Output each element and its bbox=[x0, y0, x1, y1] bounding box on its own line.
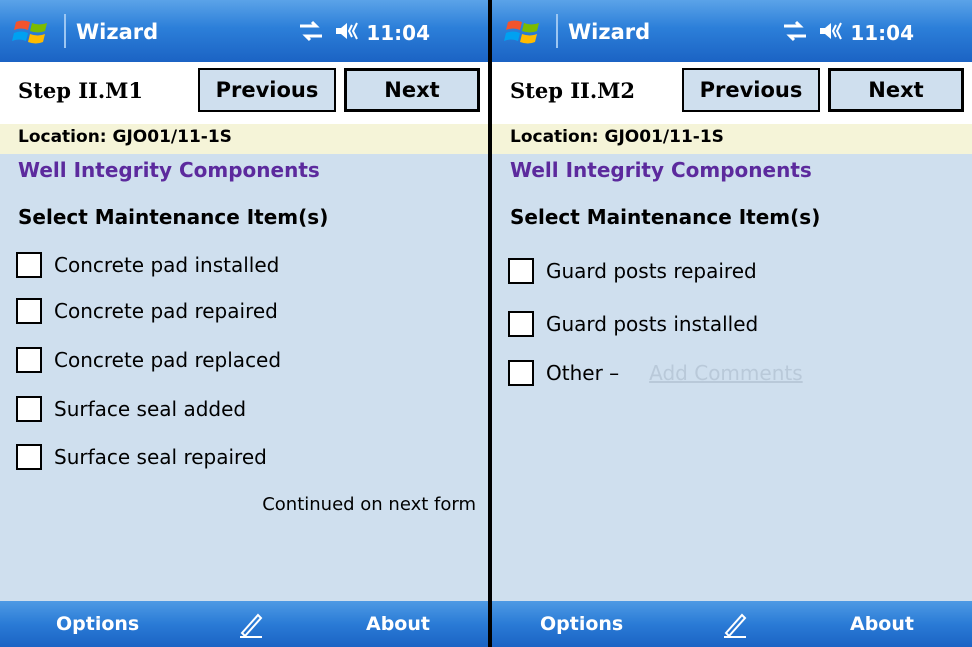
menu-bar: Options About bbox=[0, 601, 488, 647]
checkbox[interactable] bbox=[16, 444, 42, 470]
connectivity-icon[interactable] bbox=[298, 20, 324, 42]
location-bar: Location: GJO01/11-1S bbox=[0, 124, 488, 154]
checkbox-label: Concrete pad installed bbox=[54, 253, 280, 277]
options-softkey[interactable]: Options bbox=[56, 613, 139, 635]
pen-input-icon[interactable] bbox=[236, 609, 266, 639]
options-softkey[interactable]: Options bbox=[540, 613, 623, 635]
next-button[interactable]: Next bbox=[344, 68, 480, 112]
windows-start-icon[interactable] bbox=[12, 16, 52, 48]
checkbox[interactable] bbox=[508, 311, 534, 337]
checkbox-item[interactable]: Other – Add Comments bbox=[508, 360, 803, 386]
speaker-icon[interactable] bbox=[334, 20, 360, 42]
checkbox-item[interactable]: Guard posts installed bbox=[508, 311, 758, 337]
connectivity-icon[interactable] bbox=[782, 20, 808, 42]
wizard-screen-step-m1: Wizard 11:04 Step II.M1 Previous Next Lo… bbox=[0, 0, 488, 647]
title-separator bbox=[556, 14, 558, 48]
section-title: Well Integrity Components bbox=[510, 158, 812, 182]
location-text: Location: GJO01/11-1S bbox=[18, 127, 232, 147]
checkbox-item[interactable]: Concrete pad repaired bbox=[16, 298, 278, 324]
step-header: Step II.M2 Previous Next bbox=[492, 62, 972, 124]
previous-button[interactable]: Previous bbox=[682, 68, 820, 112]
checkbox[interactable] bbox=[16, 347, 42, 373]
app-title: Wizard bbox=[76, 20, 159, 44]
select-items-heading: Select Maintenance Item(s) bbox=[18, 205, 329, 229]
checkbox-label: Surface seal added bbox=[54, 397, 247, 421]
menu-bar: Options About bbox=[492, 601, 972, 647]
title-bar: Wizard 11:04 bbox=[0, 0, 488, 62]
checkbox[interactable] bbox=[16, 298, 42, 324]
location-bar: Location: GJO01/11-1S bbox=[492, 124, 972, 154]
clock: 11:04 bbox=[366, 21, 430, 45]
clock: 11:04 bbox=[850, 21, 914, 45]
step-label: Step II.M1 bbox=[18, 78, 144, 103]
checkbox[interactable] bbox=[16, 396, 42, 422]
checkbox-item[interactable]: Surface seal added bbox=[16, 396, 246, 422]
checkbox-label: Guard posts repaired bbox=[546, 259, 757, 283]
checkbox[interactable] bbox=[508, 360, 534, 386]
checkbox-item[interactable]: Guard posts repaired bbox=[508, 258, 757, 284]
previous-button[interactable]: Previous bbox=[198, 68, 336, 112]
checkbox-item[interactable]: Surface seal repaired bbox=[16, 444, 267, 470]
continued-note: Continued on next form bbox=[262, 494, 476, 515]
next-button[interactable]: Next bbox=[828, 68, 964, 112]
checkbox-label: Concrete pad repaired bbox=[54, 299, 278, 323]
pen-input-icon[interactable] bbox=[720, 609, 750, 639]
checkbox-label: Other – bbox=[546, 361, 620, 385]
checkbox-label: Concrete pad replaced bbox=[54, 348, 282, 372]
add-comments-link[interactable]: Add Comments bbox=[649, 361, 803, 385]
title-bar: Wizard 11:04 bbox=[492, 0, 972, 62]
status-icons bbox=[298, 20, 360, 42]
checkbox[interactable] bbox=[16, 252, 42, 278]
about-softkey[interactable]: About bbox=[850, 613, 914, 635]
section-title: Well Integrity Components bbox=[18, 158, 320, 182]
status-icons bbox=[782, 20, 844, 42]
title-separator bbox=[64, 14, 66, 48]
step-label: Step II.M2 bbox=[510, 78, 636, 103]
about-softkey[interactable]: About bbox=[366, 613, 430, 635]
checkbox-item[interactable]: Concrete pad replaced bbox=[16, 347, 281, 373]
select-items-heading: Select Maintenance Item(s) bbox=[510, 205, 821, 229]
speaker-icon[interactable] bbox=[818, 20, 844, 42]
wizard-screen-step-m2: Wizard 11:04 Step II.M2 Previous Next Lo… bbox=[492, 0, 972, 647]
app-title: Wizard bbox=[568, 20, 651, 44]
windows-start-icon[interactable] bbox=[504, 16, 544, 48]
step-header: Step II.M1 Previous Next bbox=[0, 62, 488, 124]
checkbox-label: Surface seal repaired bbox=[54, 445, 267, 469]
checkbox[interactable] bbox=[508, 258, 534, 284]
checkbox-label: Guard posts installed bbox=[546, 312, 759, 336]
checkbox-item[interactable]: Concrete pad installed bbox=[16, 252, 279, 278]
location-text: Location: GJO01/11-1S bbox=[510, 127, 724, 147]
